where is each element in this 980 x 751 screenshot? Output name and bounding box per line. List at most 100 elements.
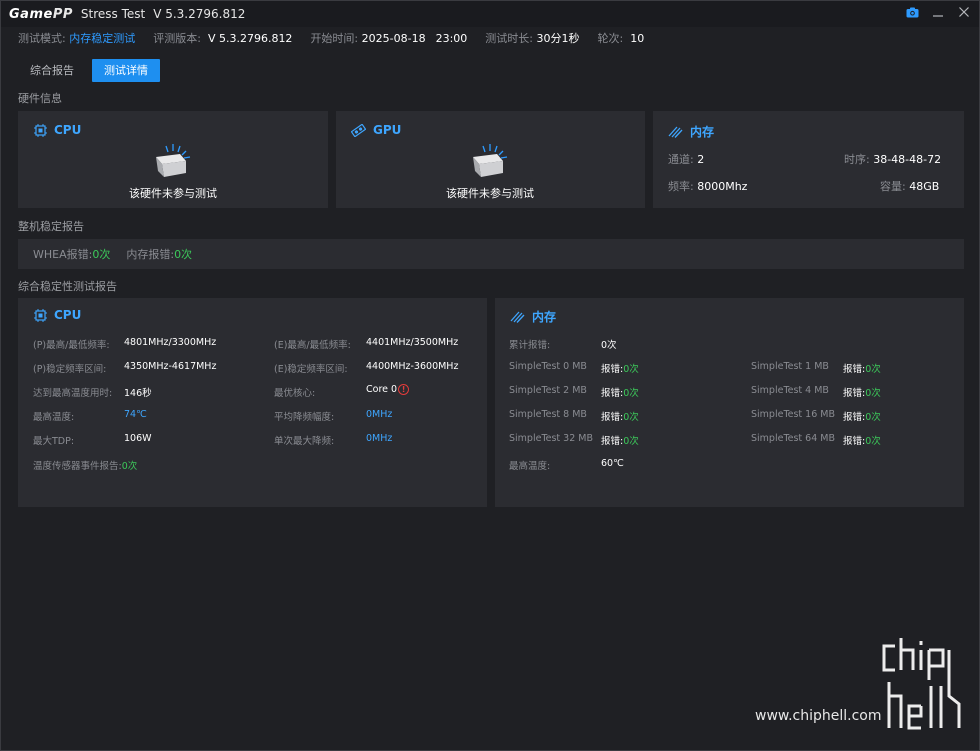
memory-stick-icon [510, 310, 525, 323]
p-range-value: 4350MHz-4617MHz [124, 361, 216, 372]
test-result-8mb: 报错:0次 [601, 409, 639, 423]
e-freq-value-text: 4401MHz/3500MHz [366, 337, 459, 348]
error-value: 0次 [865, 412, 881, 423]
test-name: SimpleTest 4 MB [751, 385, 829, 396]
error-value: 0次 [623, 436, 639, 447]
cpu-panel-title: CPU [54, 123, 82, 137]
test-row-1mb: SimpleTest 1 MB [751, 361, 829, 372]
error-label: 报错: [843, 364, 866, 375]
e-freq-value: 4401MHz/3500MHz [366, 337, 458, 348]
test-row-8mb: SimpleTest 8 MB [509, 409, 587, 420]
error-value: 0次 [623, 364, 639, 375]
test-name: SimpleTest 8 MB [509, 409, 587, 420]
rounds-value: 10 [630, 31, 645, 45]
cpu-chip-icon [34, 308, 47, 322]
total-errors-value-text: 0次 [601, 340, 617, 351]
max-temp-label-text: 最高温度: [33, 412, 75, 423]
camera-icon[interactable] [905, 5, 919, 19]
memory-capacity: 容量: 48GB [880, 178, 939, 194]
cpu-panel-header: CPU [34, 123, 81, 137]
error-value: 0次 [865, 388, 881, 399]
test-name: SimpleTest 0 MB [509, 361, 587, 372]
p-freq-label: (P)最高/最低频率: [33, 337, 110, 351]
e-range-label-text: (E)稳定频率区间: [274, 364, 348, 375]
p-range-label-text: (P)稳定频率区间: [33, 364, 107, 375]
minimize-icon[interactable] [931, 5, 945, 19]
test-result-32mb: 报错:0次 [601, 433, 639, 447]
error-label: 报错: [843, 412, 866, 423]
chiphell-watermark-logo [881, 636, 965, 740]
error-value: 0次 [865, 436, 881, 447]
test-name: SimpleTest 64 MB [751, 433, 835, 444]
test-row-64mb: SimpleTest 64 MB [751, 433, 835, 444]
e-range-value: 4400MHz-3600MHz [366, 361, 458, 372]
capacity-value: 48GB [909, 180, 940, 193]
test-result-2mb: 报错:0次 [601, 385, 639, 399]
tab-test-details[interactable]: 测试详情 [92, 59, 160, 82]
e-range-value-text: 4400MHz-3600MHz [366, 361, 459, 372]
test-name: SimpleTest 16 MB [751, 409, 835, 420]
maxtemp-time-label: 达到最高温度用时: [33, 385, 112, 399]
duration-label: 测试时长: [485, 32, 534, 45]
cpu-report-header: CPU [34, 308, 81, 322]
e-freq-label-text: (E)最高/最低频率: [274, 340, 351, 351]
warning-icon[interactable]: ! [398, 384, 410, 395]
maxtemp-time-label-text: 达到最高温度用时: [33, 388, 113, 399]
memory-error-value: 0次 [174, 248, 193, 261]
memory-hardware-panel: 内存 通道: 2 时序: 38-48-48-72 频率: 8000Mhz 容量:… [653, 111, 964, 208]
freq-label: 频率: [668, 180, 694, 193]
error-label: 报错: [843, 436, 866, 447]
max-tdp-value-text: 106W [124, 433, 152, 444]
sensor-event-report: 温度传感器事件报告:0次 [33, 458, 137, 472]
p-range-label: (P)稳定频率区间: [33, 361, 106, 375]
best-core-value: Core 0! [366, 384, 410, 395]
timing-label: 时序: [844, 153, 870, 166]
memory-max-temp-label-text: 最高温度: [509, 461, 551, 472]
test-name: SimpleTest 2 MB [509, 385, 587, 396]
memory-channels: 通道: 2 [668, 151, 704, 167]
gpu-not-tested-text: 该硬件未参与测试 [446, 187, 534, 200]
p-freq-value-text: 4801MHz/3300MHz [124, 337, 217, 348]
duration-value: 30分1秒 [536, 32, 580, 45]
single-drop-label-text: 单次最大降频: [274, 436, 335, 447]
memory-max-temp-label: 最高温度: [509, 458, 550, 472]
max-temp-value: 74℃ [124, 409, 147, 420]
best-core-value-text: Core 0 [366, 384, 398, 395]
start-label: 开始时间: [310, 32, 359, 45]
freq-value: 8000Mhz [697, 180, 748, 193]
gpu-hardware-panel: GPU 该硬件未参与测试 [336, 111, 645, 208]
memory-panel-title: 内存 [690, 125, 715, 139]
logo-text-game: Game [9, 6, 53, 22]
memory-report-header: 内存 [510, 308, 556, 325]
gpu-card-icon [351, 123, 366, 137]
whea-error-value: 0次 [92, 248, 111, 261]
memory-stick-icon [668, 125, 683, 138]
max-tdp-label-text: 最大TDP: [33, 436, 75, 447]
start-date: 2025-08-18 [361, 31, 426, 45]
mode-label: 测试模式: [18, 32, 66, 45]
error-value: 0次 [865, 364, 881, 375]
error-label: 报错: [601, 412, 624, 423]
gpu-panel-header: GPU [351, 123, 401, 137]
memory-panel-header: 内存 [668, 123, 714, 140]
close-icon[interactable] [957, 5, 971, 19]
window-controls [905, 5, 971, 19]
total-errors-label: 累计报错: [509, 337, 550, 351]
maxtemp-time-value: 146秒 [124, 385, 152, 399]
memory-max-temp-value-text: 60℃ [601, 458, 624, 469]
stability-section-title: 整机稳定报告 [18, 220, 84, 233]
best-core-label-text: 最优核心: [274, 388, 316, 399]
tab-summary-report[interactable]: 综合报告 [18, 59, 86, 82]
error-label: 报错: [601, 388, 624, 399]
single-drop-value: 0MHz [366, 433, 392, 444]
total-errors-label-text: 累计报错: [509, 340, 551, 351]
test-result-64mb: 报错:0次 [843, 433, 881, 447]
e-range-label: (E)稳定频率区间: [274, 361, 348, 375]
max-tdp-label: 最大TDP: [33, 433, 74, 447]
sensor-label-text: 温度传感器事件报告: [33, 461, 122, 472]
error-value: 0次 [623, 412, 639, 423]
p-freq-label-text: (P)最高/最低频率: [33, 340, 110, 351]
single-drop-label: 单次最大降频: [274, 433, 334, 447]
channel-label: 通道: [668, 153, 694, 166]
error-label: 报错: [601, 436, 624, 447]
